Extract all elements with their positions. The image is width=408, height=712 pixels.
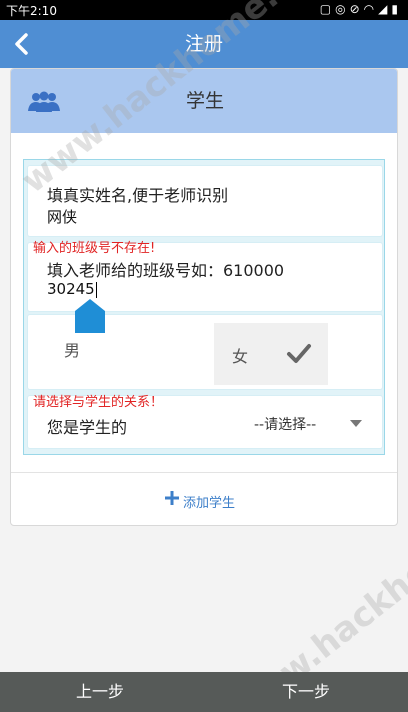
class-field-hint: 填入老师给的班级号如：610000 [47,261,285,280]
status-time: 下午2:10 [6,4,57,18]
check-icon [287,344,311,363]
class-error-text: 输入的班级号不存在! [33,241,156,256]
gender-option-male[interactable]: 男 [64,337,80,361]
name-field-value: 网侠 [47,208,78,226]
gender-female-label: 女 [232,347,249,366]
add-student-label: 添加学生 [183,496,236,511]
bottom-nav-bar: 上一步 下一步 [0,672,408,712]
name-field-hint: 填真实姓名,便于老师识别 [47,186,229,205]
circle-icon: ◎ [335,2,350,16]
back-arrow-icon [15,33,28,55]
card-header-title: 学生 [185,90,224,112]
back-button[interactable] [6,28,38,60]
people-icon [28,91,60,112]
status-bar: 下午2:10 ▢◎⊘◠◢▮ [0,0,408,20]
relation-error-text: 请选择与学生的关系！ [33,395,164,410]
relation-select[interactable]: --请选择-- [254,414,316,434]
signal-icon: ◢ [378,2,392,16]
battery-icon: ▮ [391,2,402,16]
add-student-button[interactable]: 添加学生 [11,473,397,525]
class-field-value-wrap: 30245 [47,280,97,298]
card-header: 学生 [11,69,397,133]
dropdown-arrow-icon[interactable] [350,420,362,428]
cursor-handle-icon[interactable] [75,299,105,333]
next-step-button[interactable]: 下一步 [246,672,366,712]
status-icons: ▢◎⊘◠◢▮ [320,2,402,16]
wifi-icon: ◠ [363,2,379,16]
name-field[interactable]: 填真实姓名,便于老师识别 网侠 [27,165,383,237]
notification-icon: ▢ [319,2,336,16]
gender-option-female[interactable]: 女 [214,323,328,385]
silent-icon: ⊘ [349,2,364,16]
text-cursor [95,281,97,298]
previous-step-button[interactable]: 上一步 [40,672,160,712]
relation-label: 您是学生的 [47,418,128,437]
plus-icon [165,491,179,505]
class-field-value: 30245 [47,280,95,298]
